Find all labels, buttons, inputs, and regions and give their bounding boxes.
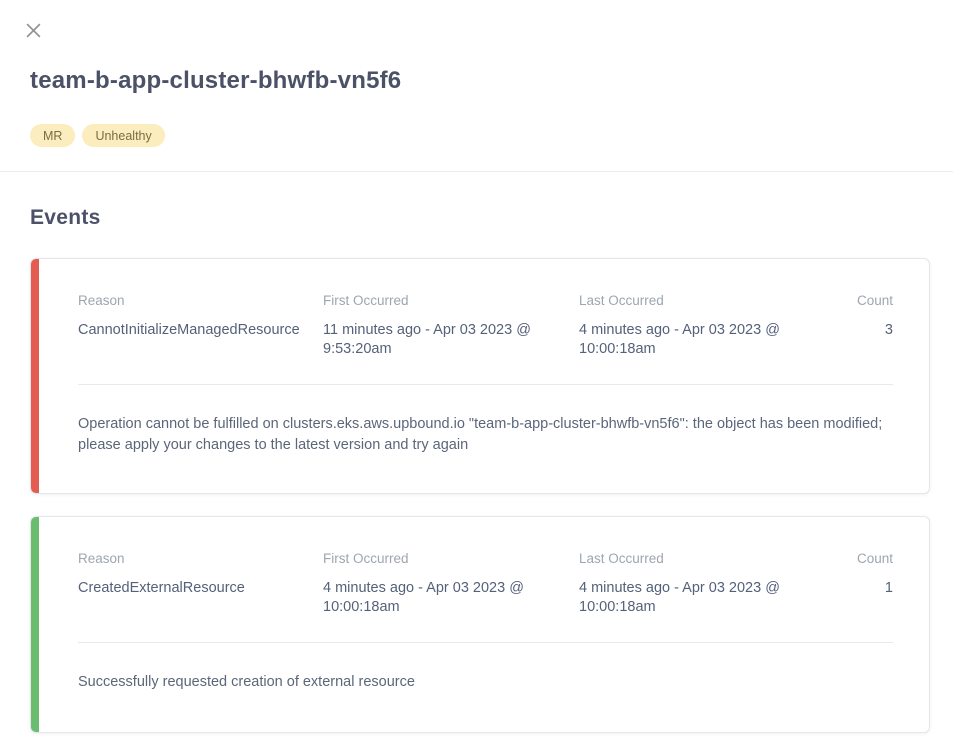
event-table-header-row: Reason First Occurred Last Occurred Coun…	[78, 551, 893, 579]
column-header-reason: Reason	[78, 551, 323, 579]
events-heading: Events	[30, 206, 101, 230]
column-header-count: Count	[841, 293, 893, 321]
severity-indicator-error	[31, 259, 39, 493]
event-count: 3	[841, 321, 893, 358]
event-card-success: Reason First Occurred Last Occurred Coun…	[30, 516, 930, 733]
column-header-reason: Reason	[78, 293, 323, 321]
event-table-header-row: Reason First Occurred Last Occurred Coun…	[78, 293, 893, 321]
event-table-row: CreatedExternalResource 4 minutes ago - …	[78, 579, 893, 616]
event-card-error: Reason First Occurred Last Occurred Coun…	[30, 258, 930, 494]
column-header-first-occurred: First Occurred	[323, 551, 579, 579]
event-last-occurred: 4 minutes ago - Apr 03 2023 @ 10:00:18am	[579, 579, 841, 616]
event-message: Operation cannot be fulfilled on cluster…	[78, 414, 893, 455]
close-button[interactable]	[22, 19, 44, 41]
event-count: 1	[841, 579, 893, 616]
severity-indicator-success	[31, 517, 39, 732]
event-reason: CreatedExternalResource	[78, 579, 323, 616]
card-divider	[78, 384, 893, 385]
badge-row: MR Unhealthy	[30, 124, 165, 147]
column-header-last-occurred: Last Occurred	[579, 293, 841, 321]
event-reason: CannotInitializeManagedResource	[78, 321, 323, 358]
event-table: Reason First Occurred Last Occurred Coun…	[78, 293, 893, 358]
resource-detail-panel: team-b-app-cluster-bhwfb-vn5f6 MR Unheal…	[0, 0, 953, 747]
event-last-occurred: 4 minutes ago - Apr 03 2023 @ 10:00:18am	[579, 321, 841, 358]
kind-badge: MR	[30, 124, 75, 147]
event-table: Reason First Occurred Last Occurred Coun…	[78, 551, 893, 616]
event-first-occurred: 11 minutes ago - Apr 03 2023 @ 9:53:20am	[323, 321, 579, 358]
close-icon	[25, 22, 42, 39]
card-divider	[78, 642, 893, 643]
column-header-first-occurred: First Occurred	[323, 293, 579, 321]
header-divider	[0, 171, 953, 172]
event-first-occurred: 4 minutes ago - Apr 03 2023 @ 10:00:18am	[323, 579, 579, 616]
health-status-badge: Unhealthy	[82, 124, 164, 147]
event-card-content: Reason First Occurred Last Occurred Coun…	[39, 259, 929, 493]
event-table-row: CannotInitializeManagedResource 11 minut…	[78, 321, 893, 358]
column-header-count: Count	[841, 551, 893, 579]
page-title: team-b-app-cluster-bhwfb-vn5f6	[30, 67, 401, 95]
column-header-last-occurred: Last Occurred	[579, 551, 841, 579]
event-message: Successfully requested creation of exter…	[78, 672, 893, 693]
event-card-content: Reason First Occurred Last Occurred Coun…	[39, 517, 929, 732]
